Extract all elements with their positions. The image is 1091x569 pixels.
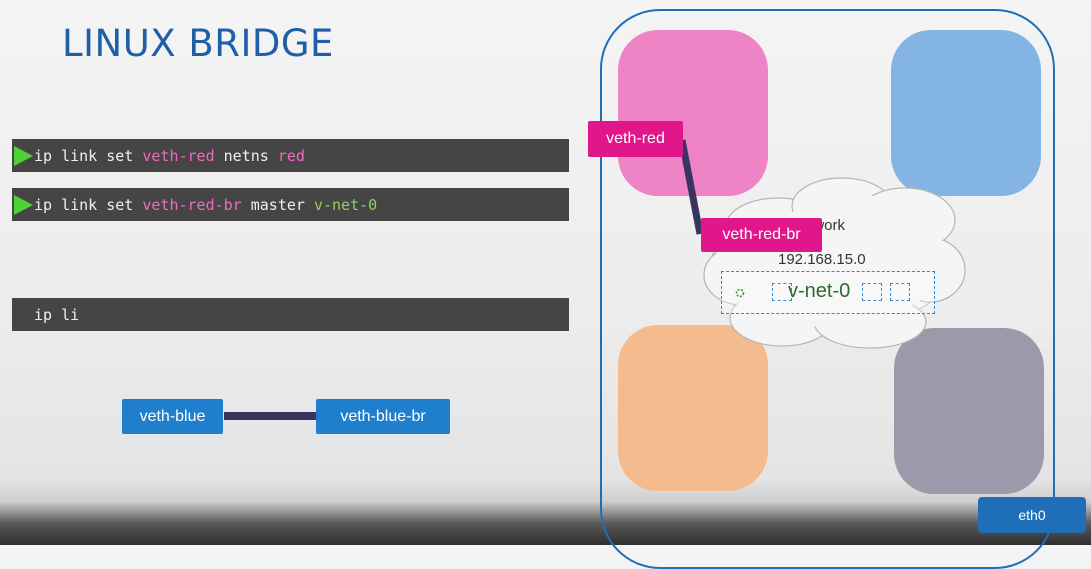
veth-red-br-interface[interactable]: veth-red-br <box>701 218 822 252</box>
eth0-interface[interactable]: eth0 <box>978 497 1086 533</box>
veth-red-cable <box>678 139 704 235</box>
veth-red-interface[interactable]: veth-red <box>588 121 683 157</box>
